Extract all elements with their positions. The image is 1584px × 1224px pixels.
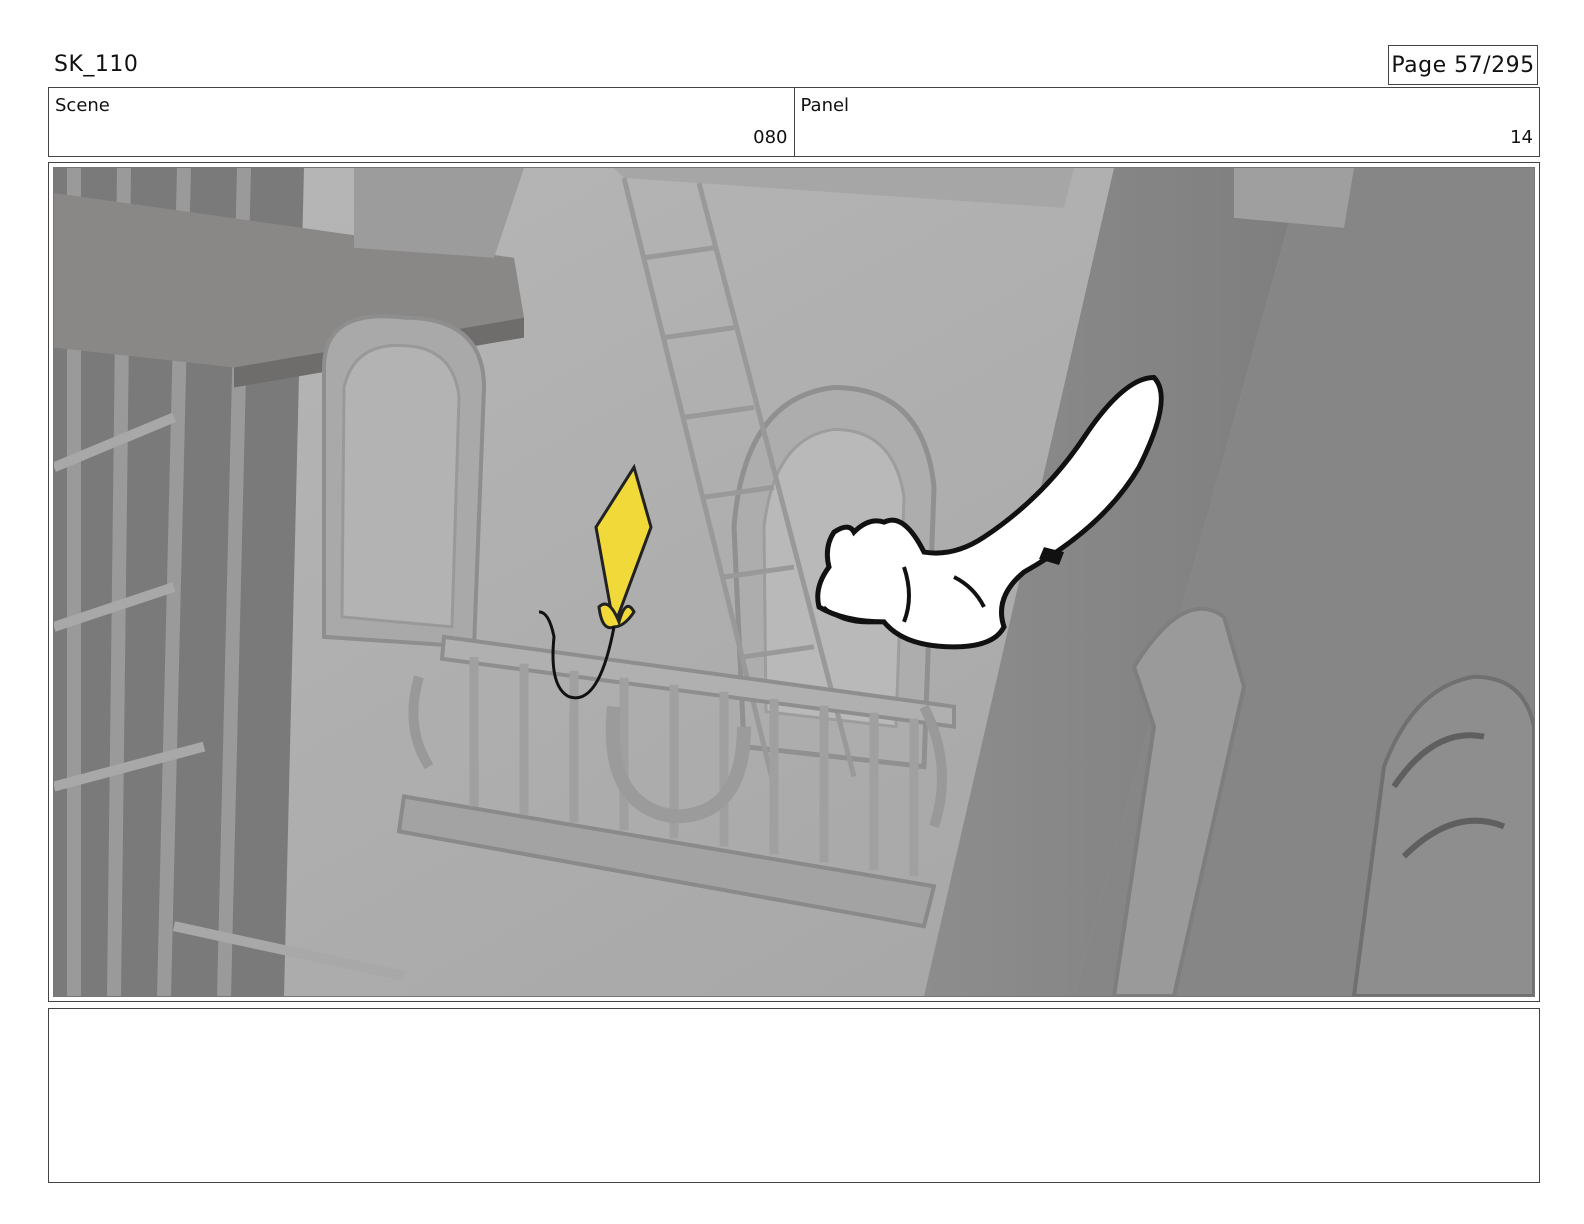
panel-label: Panel bbox=[800, 95, 850, 116]
scene-label: Scene bbox=[55, 95, 110, 116]
scene-panel-info: Scene 080 Panel 14 bbox=[48, 87, 1540, 157]
left-window-pane bbox=[340, 343, 461, 629]
storyboard-image bbox=[53, 167, 1535, 997]
scene-number: 080 bbox=[753, 127, 788, 148]
panel-cell: Panel 14 bbox=[793, 88, 1540, 156]
page-label: Page bbox=[1391, 52, 1447, 78]
scene-cell: Scene 080 bbox=[49, 88, 794, 156]
page-number: 57/295 bbox=[1454, 52, 1535, 78]
storyboard-drawing bbox=[54, 168, 1534, 996]
top-right-fixture bbox=[1234, 168, 1354, 228]
notes-area bbox=[48, 1008, 1540, 1183]
panel-number: 14 bbox=[1510, 127, 1533, 148]
storyboard-frame bbox=[48, 162, 1540, 1002]
page-indicator: Page 57/295 bbox=[1388, 45, 1538, 85]
sheet-title: SK_110 bbox=[54, 52, 139, 77]
